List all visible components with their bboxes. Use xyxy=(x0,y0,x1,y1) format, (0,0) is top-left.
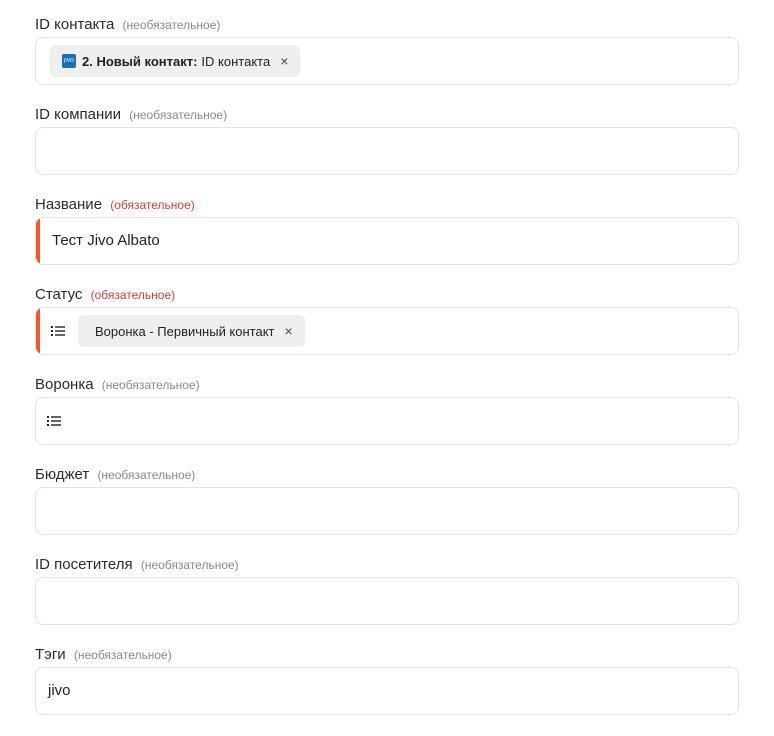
budget-input[interactable] xyxy=(35,487,739,535)
optional-hint: (необязательное) xyxy=(97,468,196,482)
selected-option-chip[interactable]: Воронка - Первичный контакт × xyxy=(78,315,305,347)
name-input[interactable]: Тест Jivo Albato xyxy=(35,217,739,265)
field-label-text: Бюджет xyxy=(35,466,90,483)
required-hint: (обязательное) xyxy=(90,288,176,302)
field-name: Название (обязательное) Тест Jivo Albato xyxy=(35,195,739,265)
input-value: Тест Jivo Albato xyxy=(52,232,160,249)
field-label-text: ID компании xyxy=(35,106,122,123)
list-icon[interactable] xyxy=(50,323,66,339)
contact-id-input[interactable]: JIVO 2. Новый контакт: ID контакта × xyxy=(35,37,739,85)
field-label: Бюджет (необязательное) xyxy=(35,465,739,485)
optional-hint: (необязательное) xyxy=(140,558,239,572)
field-label-text: Название xyxy=(35,196,103,213)
field-label-text: Статус xyxy=(35,286,83,303)
field-label-text: ID контакта xyxy=(35,16,115,33)
tags-input[interactable]: jivo xyxy=(35,667,739,715)
field-label: Тэги (необязательное) xyxy=(35,645,739,665)
field-label-text: Тэги xyxy=(35,646,66,663)
jivo-app-icon: JIVO xyxy=(62,54,76,68)
field-label: ID компании (необязательное) xyxy=(35,105,739,125)
field-label: ID посетителя (необязательное) xyxy=(35,555,739,575)
chip-value: ID контакта xyxy=(201,53,271,69)
list-icon[interactable] xyxy=(46,413,62,429)
field-contact-id: ID контакта (необязательное) JIVO 2. Нов… xyxy=(35,15,739,85)
company-id-input[interactable] xyxy=(35,127,739,175)
field-tags: Тэги (необязательное) jivo xyxy=(35,645,739,715)
field-status: Статус (обязательное) Воронка - Первичны… xyxy=(35,285,739,355)
field-label: Название (обязательное) xyxy=(35,195,739,215)
field-company-id: ID компании (необязательное) xyxy=(35,105,739,175)
close-icon[interactable]: × xyxy=(280,53,288,69)
optional-hint: (необязательное) xyxy=(122,18,221,32)
field-label-text: Воронка xyxy=(35,376,94,393)
field-budget: Бюджет (необязательное) xyxy=(35,465,739,535)
field-label: ID контакта (необязательное) xyxy=(35,15,739,35)
pipeline-select[interactable] xyxy=(35,397,739,445)
field-visitor-id: ID посетителя (необязательное) xyxy=(35,555,739,625)
field-label: Статус (обязательное) xyxy=(35,285,739,305)
close-icon[interactable]: × xyxy=(285,323,293,339)
optional-hint: (необязательное) xyxy=(129,108,228,122)
required-hint: (обязательное) xyxy=(110,198,195,212)
optional-hint: (необязательное) xyxy=(73,648,172,662)
field-label: Воронка (необязательное) xyxy=(35,375,739,395)
optional-hint: (необязательное) xyxy=(101,378,200,392)
variable-chip[interactable]: JIVO 2. Новый контакт: ID контакта × xyxy=(50,45,301,77)
input-value: jivo xyxy=(48,682,71,699)
chip-step-label: 2. Новый контакт: xyxy=(82,53,198,69)
status-select[interactable]: Воронка - Первичный контакт × xyxy=(35,307,739,355)
field-pipeline: Воронка (необязательное) xyxy=(35,375,739,445)
visitor-id-input[interactable] xyxy=(35,577,739,625)
chip-value: Воронка - Первичный контакт xyxy=(95,323,275,339)
field-label-text: ID посетителя xyxy=(35,556,133,573)
